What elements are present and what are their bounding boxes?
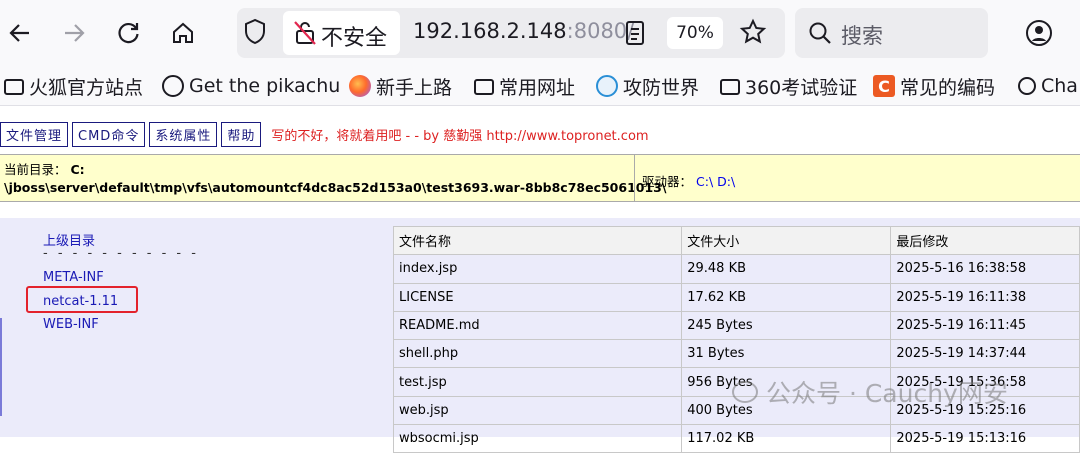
home-icon[interactable] [166, 16, 200, 50]
c-icon: C [873, 75, 895, 97]
system-properties-button[interactable]: 系统属性 [149, 121, 218, 147]
reader-view-icon[interactable] [624, 20, 646, 50]
folder-icon [4, 79, 24, 95]
webshell-menu: 文件管理 CMD命令 系统属性 帮助 写的不好，将就着用吧 - - by 慈勤强… [0, 120, 649, 148]
chatgpt-icon [1018, 77, 1036, 95]
table-row[interactable]: index.jsp 29.48 KB 2025-5-16 16:38:58 [392, 254, 1080, 284]
folder-icon [720, 79, 740, 95]
credit-text: 写的不好，将就着用吧 - - by 慈勤强 http://www.toprone… [271, 128, 649, 144]
file-table: 文件名称 文件大小 最后修改 index.jsp 29.48 KB 2025-5-1… [392, 225, 1080, 453]
insecure-label: 不安全 [321, 26, 388, 51]
red-highlight-box [26, 286, 138, 313]
table-row[interactable]: shell.php 31 Bytes 2025-5-19 14:37:44 [392, 339, 1080, 369]
table-row[interactable]: LICENSE 17.62 KB 2025-5-19 16:11:38 [392, 282, 1080, 312]
table-header-row: 文件名称 文件大小 最后修改 [392, 225, 1080, 256]
table-row[interactable]: README.md 245 Bytes 2025-5-19 16:11:45 [392, 310, 1080, 341]
zoom-level[interactable]: 70% [667, 17, 723, 49]
browser-toolbar: 不安全 192.168.2.148:8080/ 70% 搜索 [0, 0, 1080, 66]
table-row[interactable]: wbsocmi.jsp 117.02 KB 2025-5-19 15:13:16 [392, 424, 1080, 453]
file-manage-button[interactable]: 文件管理 [0, 121, 69, 147]
path-bar: 当前目录： C: \jboss\server\default\tmp\vfs\a… [0, 154, 1080, 202]
folder-icon [474, 79, 494, 95]
search-icon [807, 20, 833, 50]
bookmark-star-icon[interactable] [739, 18, 767, 50]
cmd-button[interactable]: CMD命令 [72, 121, 146, 147]
bookmark-item[interactable]: 攻防世界 [596, 74, 699, 99]
bookmark-item[interactable]: Cha [1018, 74, 1078, 98]
bookmark-item[interactable]: 360考试验证 [720, 74, 857, 99]
header-modified: 最后修改 [890, 225, 1080, 256]
wechat-icon [732, 381, 758, 403]
bookmark-item[interactable]: C 常见的编码 [873, 74, 995, 99]
globe-icon [162, 75, 184, 97]
account-icon[interactable] [1024, 18, 1054, 52]
separator: - - - - - - - - - - - [43, 246, 199, 261]
forward-icon[interactable] [57, 16, 91, 50]
current-path[interactable]: \jboss\server\default\tmp\vfs\automountc… [4, 180, 666, 195]
bookmark-item[interactable]: Get the pikachu [162, 74, 340, 98]
gongfang-icon [596, 75, 618, 97]
bookmark-item[interactable]: 常用网址 [474, 74, 575, 99]
firefox-icon [349, 75, 371, 97]
url-text[interactable]: 192.168.2.148:8080/ [413, 19, 634, 43]
reload-icon[interactable] [112, 16, 146, 50]
bookmark-item[interactable]: 新手上路 [349, 74, 452, 99]
insecure-indicator[interactable]: 不安全 [283, 11, 400, 55]
watermark: 公众号 · Cauchy网安 [732, 374, 1008, 410]
help-button[interactable]: 帮助 [221, 121, 262, 147]
drive-d-link[interactable]: D:\ [717, 174, 735, 189]
drives: 驱动器： C:\ D:\ [642, 174, 736, 189]
current-directory: 当前目录： C: \jboss\server\default\tmp\vfs\a… [4, 162, 667, 195]
header-name: 文件名称 [392, 225, 683, 256]
back-icon[interactable] [3, 16, 37, 50]
bookmark-item[interactable]: 火狐官方站点 [4, 74, 143, 99]
search-placeholder: 搜索 [841, 24, 883, 48]
bookmarks-bar: 火狐官方站点 Get the pikachu 新手上路 常用网址 攻防世界 36… [0, 66, 1080, 106]
insecure-lock-icon [293, 20, 317, 50]
dir-link-web-inf[interactable]: WEB-INF [43, 317, 99, 332]
header-size: 文件大小 [681, 225, 892, 256]
dir-link-meta-inf[interactable]: META-INF [43, 270, 104, 285]
drive-c-link[interactable]: C:\ [696, 174, 713, 189]
tracking-shield-icon[interactable] [243, 18, 267, 50]
